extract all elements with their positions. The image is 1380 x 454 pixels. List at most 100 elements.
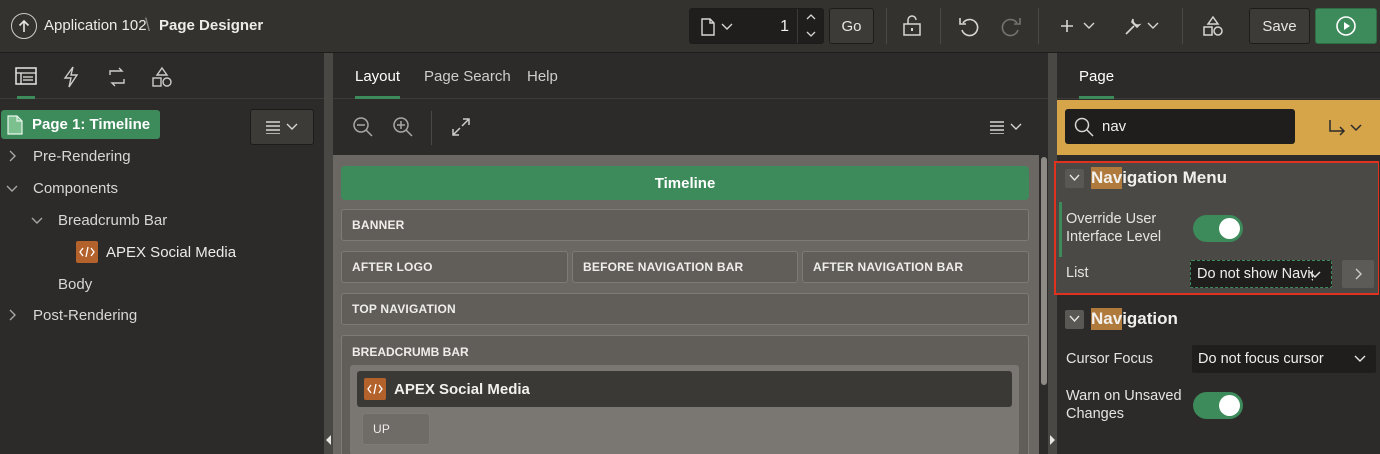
chevron-down-icon	[1354, 355, 1366, 362]
tab-help[interactable]: Help	[527, 53, 558, 99]
tree-node-breadcrumb-bar[interactable]: Breadcrumb Bar	[30, 205, 167, 235]
tree-node-post-rendering[interactable]: Post-Rendering	[5, 300, 137, 330]
collapse-right-icon[interactable]	[1049, 435, 1056, 445]
group-header-navigation[interactable]: Nav igation	[1065, 308, 1178, 330]
processing-cycle-icon[interactable]	[106, 66, 128, 88]
tree-root-label: Page 1: Timeline	[32, 116, 151, 133]
chevron-down-icon	[1309, 271, 1321, 278]
region-after-navigation-bar[interactable]: AFTER NAVIGATION BAR	[802, 251, 1029, 283]
shared-components-icon[interactable]	[1198, 8, 1228, 44]
tree-node-body[interactable]: Body	[58, 269, 92, 299]
breadcrumb-container: APEX Social Media UP	[350, 365, 1019, 454]
chevron-right-icon	[9, 309, 16, 321]
go-button[interactable]: Go	[829, 8, 874, 44]
warn-unsaved-toggle[interactable]	[1193, 392, 1243, 419]
tree-node-components[interactable]: Components	[5, 173, 118, 203]
region-after-logo[interactable]: AFTER LOGO	[341, 251, 568, 283]
prop-override-ui-level-label: Override User Interface Level	[1066, 210, 1161, 246]
tree-root-page[interactable]: Page 1: Timeline	[1, 110, 161, 139]
utilities-wrench-icon[interactable]	[1122, 8, 1162, 44]
tree-node-pre-rendering[interactable]: Pre-Rendering	[5, 141, 131, 171]
expand-icon[interactable]	[451, 117, 471, 137]
list-go-to-button[interactable]	[1342, 260, 1374, 288]
create-menu-button[interactable]	[1060, 8, 1098, 44]
undo-icon[interactable]	[954, 8, 984, 44]
region-top-navigation[interactable]: TOP NAVIGATION	[341, 293, 1029, 325]
lock-page-icon[interactable]	[896, 8, 928, 44]
canvas-scrollbar[interactable]	[1041, 157, 1047, 385]
region-banner[interactable]: BANNER	[341, 209, 1029, 241]
rendering-tree-panel: Page 1: Timeline Pre-Rendering Component…	[0, 53, 324, 454]
property-search-input[interactable]: nav	[1065, 109, 1295, 144]
chevron-down-icon	[1065, 168, 1084, 188]
chevron-down-icon	[31, 217, 43, 224]
list-select[interactable]: Do not show Navigation Menu List	[1190, 260, 1332, 288]
tab-page-search[interactable]: Page Search	[424, 53, 511, 99]
rendering-tab-icon[interactable]	[15, 67, 37, 85]
page-number-input[interactable]: 1	[780, 18, 789, 36]
component-label: APEX Social Media	[394, 380, 530, 398]
zoom-out-icon[interactable]	[352, 116, 374, 138]
go-to-group-icon[interactable]	[1327, 119, 1363, 137]
left-tabs	[0, 53, 324, 99]
tree-label: Components	[33, 179, 119, 197]
breadcrumb-separator: \	[145, 15, 151, 35]
layout-panel: Layout Page Search Help Timeline BANNER …	[333, 53, 1048, 454]
search-value: nav	[1102, 118, 1127, 135]
label-line: Warn on Unsaved	[1066, 388, 1182, 404]
region-before-navigation-bar[interactable]: BEFORE NAVIGATION BAR	[572, 251, 798, 283]
play-icon	[1336, 16, 1356, 36]
override-ui-level-toggle[interactable]	[1193, 215, 1243, 242]
top-toolbar: Application 102 \ Page Designer 1 Go Sav…	[0, 0, 1380, 53]
group-title-highlight: Nav	[1091, 308, 1123, 330]
group-title: igation	[1122, 309, 1178, 328]
layout-canvas: Timeline BANNER AFTER LOGO BEFORE NAVIGA…	[333, 155, 1048, 454]
slot-up[interactable]: UP	[362, 413, 430, 445]
prop-cursor-focus-label: Cursor Focus	[1066, 351, 1154, 367]
chevron-down-icon	[721, 21, 733, 31]
layout-menu-icon[interactable]	[989, 120, 1023, 134]
tree-label: APEX Social Media	[106, 243, 237, 261]
page-stepper[interactable]	[797, 9, 823, 43]
redo-icon[interactable]	[996, 8, 1026, 44]
zoom-in-icon[interactable]	[392, 116, 414, 138]
tree-label: Pre-Rendering	[33, 147, 131, 165]
tab-layout[interactable]: Layout	[355, 53, 401, 99]
menu-icon	[266, 121, 298, 134]
page-designer-title: Page Designer	[159, 17, 264, 34]
page-icon	[700, 18, 716, 36]
tree-node-apex-social-media[interactable]: APEX Social Media	[76, 237, 236, 267]
shared-components-tab-icon[interactable]	[151, 66, 173, 88]
tree-menu-button[interactable]	[250, 109, 314, 145]
left-splitter[interactable]	[324, 53, 333, 454]
collapse-left-icon[interactable]	[325, 435, 332, 445]
region-breadcrumb-bar[interactable]: BREADCRUMB BAR APEX Social Media UP	[341, 335, 1029, 454]
group-title-highlight: Nav	[1091, 167, 1123, 189]
breadcrumb-bar-label: BREADCRUMB BAR	[352, 345, 469, 359]
run-page-button[interactable]	[1315, 8, 1377, 44]
cursor-focus-select[interactable]: Do not focus cursor	[1192, 345, 1376, 373]
app-up-icon[interactable]	[11, 13, 37, 39]
chevron-right-icon	[9, 150, 16, 162]
code-region-icon	[364, 378, 386, 400]
property-search-bar: nav	[1057, 100, 1380, 155]
group-header-navigation-menu[interactable]: Nav igation Menu	[1065, 167, 1227, 189]
search-icon	[1074, 117, 1094, 137]
component-apex-social-media[interactable]: APEX Social Media	[357, 371, 1012, 407]
prop-warn-unsaved-label: Warn on Unsaved Changes	[1066, 387, 1182, 423]
page-selector[interactable]: 1	[689, 8, 824, 44]
tab-page[interactable]: Page	[1079, 53, 1115, 99]
select-value: Do not focus cursor	[1198, 351, 1324, 367]
property-editor-panel: Page nav Nav igation Menu Override User I…	[1054, 53, 1380, 454]
tree-label: Body	[58, 275, 93, 293]
app-name-link[interactable]: Application 102	[44, 17, 147, 34]
page-icon	[7, 114, 23, 135]
label-line: Override User	[1066, 211, 1157, 227]
chevron-down-icon	[1065, 309, 1084, 329]
page-region-header[interactable]: Timeline	[341, 166, 1029, 200]
save-button[interactable]: Save	[1249, 8, 1310, 44]
label-line: Interface Level	[1066, 229, 1162, 245]
chevron-down-icon	[6, 185, 18, 192]
dynamic-actions-bolt-icon[interactable]	[62, 66, 80, 88]
chevron-right-icon	[1355, 268, 1362, 280]
